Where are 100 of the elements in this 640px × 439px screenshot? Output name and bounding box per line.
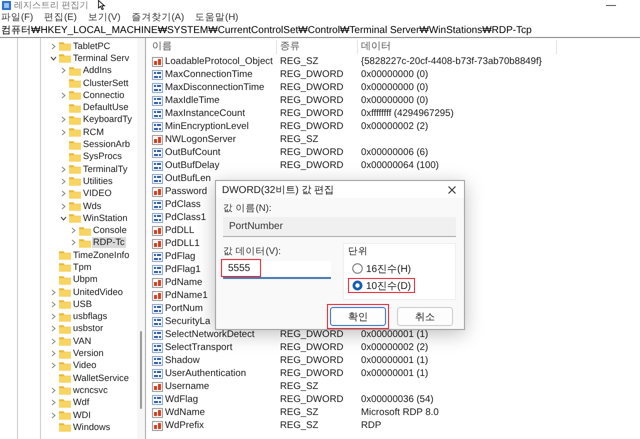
value-name: PdClass1 [165, 212, 206, 223]
folder-icon [69, 114, 81, 125]
field-label: 값 데이터(V): [223, 246, 282, 258]
address-bar[interactable]: 컴퓨터₩HKEY_LOCAL_MACHINE₩SYSTEM₩CurrentControlSet₩Control₩Terminal Server₩WinStations₩RDP-Tcp [0, 24, 640, 38]
tree-item[interactable]: SysProcs [82, 151, 123, 162]
tree-item[interactable]: usbstor [72, 323, 104, 334]
value-data: 0x00000006 (6) [361, 147, 428, 158]
folder-icon [69, 164, 81, 174]
scrollbar-thumb[interactable] [140, 331, 142, 409]
tree-item[interactable]: WDI [72, 410, 92, 421]
tree-item[interactable]: AddIns [82, 65, 113, 76]
folder-icon [59, 324, 71, 334]
value-data: {5828227c-20cf-4408-b73f-73ab70b8849f} [361, 56, 542, 67]
tree-item[interactable]: VIDEO [82, 188, 113, 200]
folder-icon [69, 90, 81, 100]
value-name: PdName1 [165, 290, 208, 301]
folder-icon [59, 398, 71, 408]
folder-icon [79, 238, 91, 248]
column-header[interactable]: 이름 [149, 40, 277, 54]
radio-button[interactable] [352, 263, 363, 274]
tree-item[interactable]: RDP-Tc [92, 237, 126, 248]
value-type: REG_SZ [280, 407, 318, 418]
tree-item[interactable]: WinStation [82, 212, 128, 224]
radio-button[interactable] [352, 280, 363, 291]
string-value-icon [152, 382, 163, 392]
tree-item[interactable]: TimeZoneInfo [72, 250, 130, 261]
value-name: PdDLL [165, 225, 194, 236]
tree-item[interactable]: usbflags [72, 311, 108, 322]
binary-value-icon [152, 304, 163, 314]
tree-item[interactable]: Terminal Serv [72, 52, 130, 64]
binary-value-icon [152, 122, 163, 132]
value-name-field[interactable]: PortNumber [223, 217, 456, 237]
tree-item[interactable]: Video [72, 360, 98, 372]
value-data: 0x00000000 (0) [361, 82, 428, 93]
value-name: OutBufDelay [165, 160, 220, 171]
binary-value-icon [152, 70, 163, 80]
tree-item[interactable]: Connectio [82, 90, 126, 101]
tree-item[interactable]: SessionArb [82, 139, 131, 150]
column-header[interactable]: 데이터 [358, 40, 557, 54]
binary-value-icon [152, 200, 163, 210]
tree-item[interactable]: TabletPC [72, 40, 112, 52]
binary-value-icon [152, 108, 163, 118]
tree-item[interactable]: Wdf [72, 397, 90, 408]
tree-item[interactable]: Wds [82, 200, 102, 212]
menu-item[interactable]: 보기(V) [88, 10, 120, 24]
tree-item[interactable]: Version [72, 348, 105, 360]
menu-item[interactable]: 도움말(H) [195, 10, 238, 24]
binary-value-icon [152, 330, 163, 340]
value-data: 0x00000036 (54) [361, 394, 434, 405]
tree-item[interactable]: ClusterSett [82, 78, 130, 89]
value-data-field[interactable]: 5555 [223, 261, 331, 279]
binary-value-icon [152, 160, 163, 170]
tree-item[interactable]: Utilities [82, 176, 114, 187]
folder-icon [69, 152, 81, 162]
radio-label[interactable]: 10진수(D) [366, 278, 412, 292]
value-type: REG_DWORD [280, 394, 344, 405]
value-name: Shadow [165, 355, 200, 366]
binary-value-icon [152, 82, 163, 92]
tree-item[interactable]: Console [92, 225, 128, 236]
string-value-icon [152, 278, 163, 288]
tree-item[interactable]: RCM [82, 126, 105, 138]
tree-item[interactable]: KeyboardTy [82, 114, 134, 126]
folder-icon [59, 262, 71, 272]
value-name: WdFlag [165, 394, 198, 405]
tree-item[interactable]: Tpm [72, 262, 92, 273]
tree-item[interactable]: UnitedVideo [72, 286, 124, 298]
column-header[interactable]: 종류 [277, 40, 358, 54]
value-type: REG_SZ [280, 134, 318, 145]
folder-icon [59, 410, 71, 420]
string-value-icon [152, 420, 163, 430]
value-data: 0x00000001 (1) [361, 355, 428, 366]
value-data: 0x00000001 (1) [361, 329, 428, 340]
tree-item[interactable]: Ubpm [72, 274, 99, 286]
tree-item[interactable]: VAN [72, 336, 92, 347]
cancel-button[interactable]: 취소 [397, 307, 453, 326]
menu-item[interactable]: 파일(F) [1, 10, 34, 24]
value-data: 0x00000000 (0) [361, 69, 428, 80]
group-label: 단위 [348, 246, 369, 258]
tree-item[interactable]: wcncsvc [72, 384, 109, 396]
folder-icon [59, 336, 71, 346]
value-data: 0x00000000 (0) [361, 95, 428, 106]
menu-item[interactable]: 편집(E) [44, 10, 77, 24]
close-icon [448, 186, 456, 194]
tree-item[interactable]: USB [72, 298, 93, 310]
tree-item[interactable]: Windows [72, 422, 112, 433]
menu-item[interactable]: 즐겨찾기(A) [131, 10, 184, 24]
value-type: REG_SZ [280, 381, 318, 392]
binary-value-icon [152, 264, 163, 274]
radio-label[interactable]: 16진수(H) [366, 262, 412, 276]
value-data: 0x00000064 (100) [361, 160, 439, 171]
value-type: REG_DWORD [280, 329, 344, 340]
folder-icon [59, 299, 71, 310]
value-type: REG_DWORD [280, 147, 344, 158]
value-name: MaxInstanceCount [165, 108, 245, 119]
tree-item[interactable]: WalletService [72, 372, 130, 384]
tree-item[interactable]: DefaultUse [82, 102, 130, 114]
string-value-icon [152, 408, 163, 418]
tree-item[interactable]: TerminalTy [82, 164, 128, 175]
value-name: PdClass [165, 199, 201, 210]
ok-button[interactable]: 확인 [330, 307, 386, 326]
